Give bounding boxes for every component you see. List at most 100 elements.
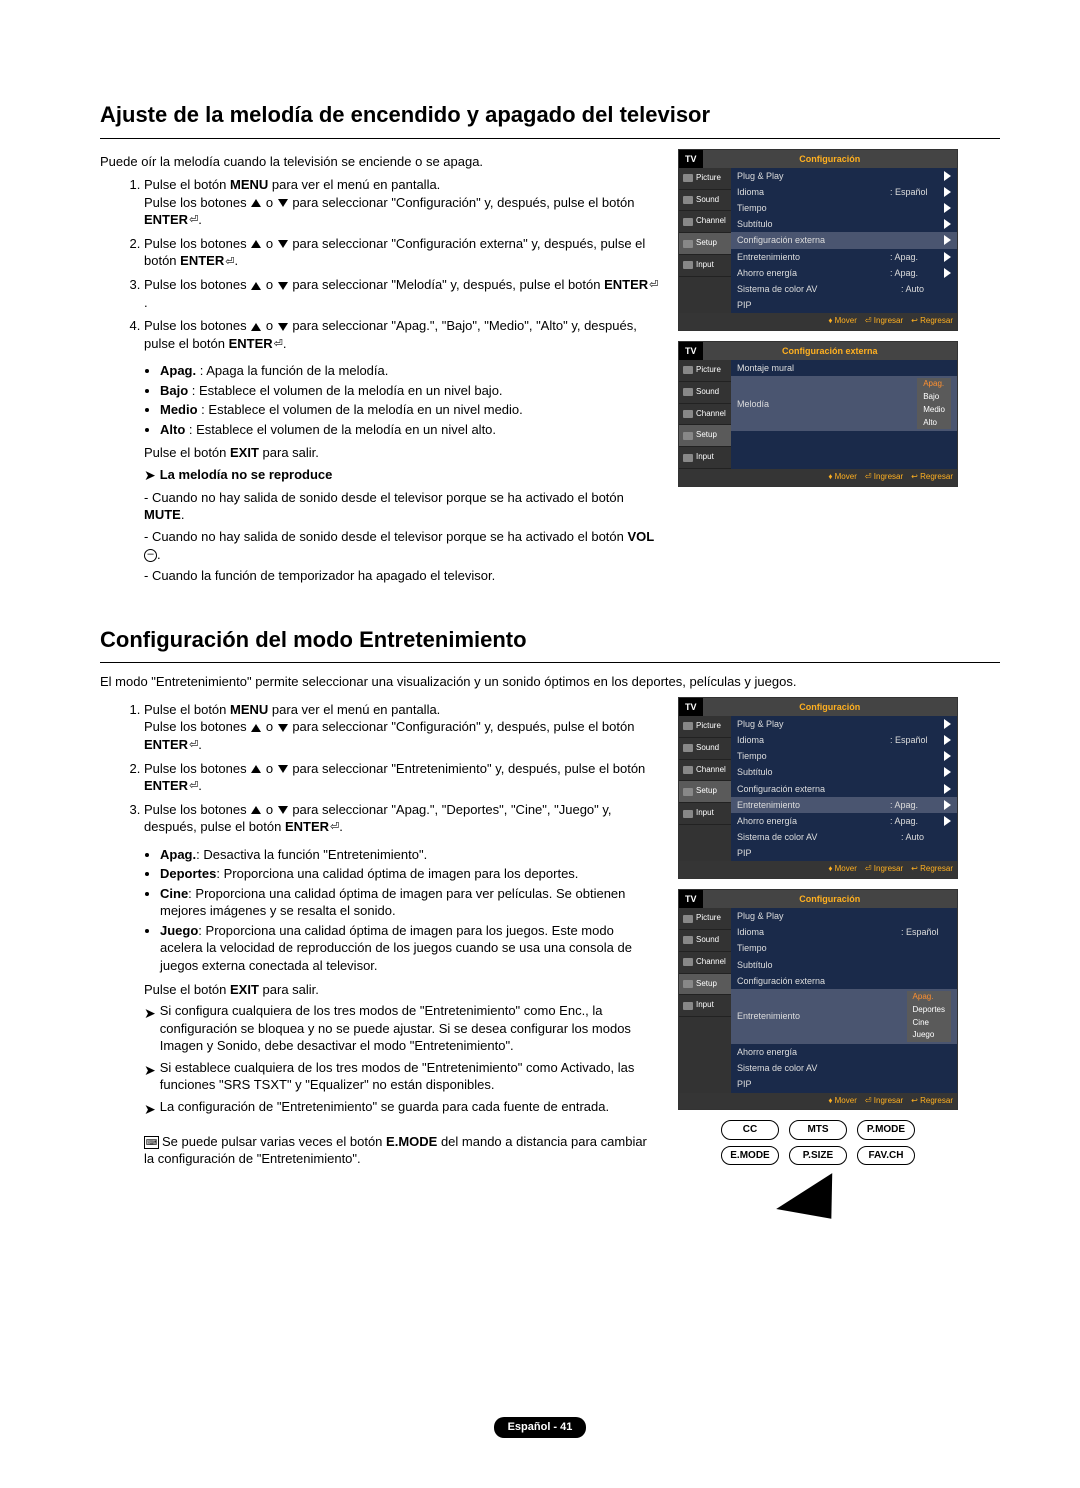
section1-osd: TVConfiguración Picture Sound Channel Se… bbox=[678, 149, 958, 589]
minus-icon: – bbox=[144, 549, 157, 562]
step: Pulse los botones o para seleccionar "Co… bbox=[144, 235, 660, 270]
up-icon bbox=[251, 724, 261, 732]
picture-icon bbox=[683, 722, 693, 730]
section1-steps: Pulse el botón MENU para ver el menú en … bbox=[100, 176, 660, 352]
enter-icon: ⏎ bbox=[189, 738, 198, 753]
enter-icon: ⏎ bbox=[189, 779, 198, 794]
melody-options: Apag. : Apaga la función de la melodía. … bbox=[144, 362, 660, 438]
down-icon bbox=[278, 199, 288, 207]
osd-row-ent: Entretenimiento Apag. Deportes Cine Jueg… bbox=[731, 989, 957, 1044]
right-icon bbox=[944, 203, 951, 213]
sidebar-input: Input bbox=[679, 255, 731, 277]
right-icon bbox=[944, 252, 951, 262]
right-icon bbox=[944, 751, 951, 761]
down-icon bbox=[278, 724, 288, 732]
page-number: Español - 41 bbox=[494, 1417, 587, 1438]
osd-config-ext: TVConfiguración externa Picture Sound Ch… bbox=[678, 341, 958, 487]
channel-icon bbox=[683, 958, 693, 966]
input-icon bbox=[683, 261, 693, 269]
list-item: Deportes: Proporciona una calidad óptima… bbox=[160, 865, 660, 883]
step: Pulse el botón MENU para ver el menú en … bbox=[144, 176, 660, 229]
section2-title: Configuración del modo Entretenimiento bbox=[100, 625, 1000, 655]
input-icon bbox=[683, 1002, 693, 1010]
page-footer: Español - 41 bbox=[0, 1417, 1080, 1438]
up-icon bbox=[251, 199, 261, 207]
option-list: Apag. Bajo Medio Alto bbox=[917, 378, 951, 429]
step: Pulse los botones o para seleccionar "Ap… bbox=[144, 801, 660, 836]
osd-footer: ♦ Mover⏎ Ingresar↩ Regresar bbox=[679, 313, 957, 330]
enter-icon: ⏎ bbox=[274, 337, 283, 352]
osd-row-melodia: Melodía Apag. Bajo Medio Alto bbox=[731, 376, 957, 431]
input-icon bbox=[683, 810, 693, 818]
up-icon bbox=[251, 765, 261, 773]
sidebar-setup: Setup bbox=[679, 233, 731, 255]
option-list: Apag. Deportes Cine Juego bbox=[907, 991, 951, 1042]
down-icon bbox=[278, 323, 288, 331]
down-icon bbox=[278, 765, 288, 773]
section2-steps: Pulse el botón MENU para ver el menú en … bbox=[100, 701, 660, 836]
list-item: Apag. : Apaga la función de la melodía. bbox=[160, 362, 660, 380]
right-icon bbox=[944, 800, 951, 810]
right-icon bbox=[944, 171, 951, 181]
list-item: Apag.: Desactiva la función "Entretenimi… bbox=[160, 846, 660, 864]
setup-icon bbox=[683, 980, 693, 988]
chevron-icon: ➤ bbox=[144, 1004, 156, 1055]
chevron-icon: ➤ bbox=[144, 1061, 156, 1094]
input-icon bbox=[683, 454, 693, 462]
sound-icon bbox=[683, 936, 693, 944]
up-icon bbox=[251, 240, 261, 248]
channel-icon bbox=[683, 218, 693, 226]
list-item: Medio : Establece el volumen de la melod… bbox=[160, 401, 660, 419]
osd-row-selected: Configuración externa bbox=[731, 232, 957, 248]
exit-line: Pulse el botón EXIT para salir. bbox=[144, 444, 660, 462]
remote-buttons: CC MTS P.MODE E.MODE P.SIZE FAV.CH bbox=[678, 1120, 958, 1216]
noplay-title: ➤La melodía no se reproduce bbox=[144, 466, 660, 485]
sidebar-picture: Picture bbox=[679, 168, 731, 190]
down-icon bbox=[278, 240, 288, 248]
osd-config: TVConfiguración Picture Sound Channel Se… bbox=[678, 149, 958, 331]
down-icon bbox=[278, 806, 288, 814]
pointer-icon bbox=[776, 1169, 860, 1219]
remote-favch: FAV.CH bbox=[857, 1146, 915, 1166]
sound-icon bbox=[683, 744, 693, 752]
remote-pmode: P.MODE bbox=[857, 1120, 915, 1140]
section2-text: Pulse el botón MENU para ver el menú en … bbox=[100, 697, 660, 1216]
section2-intro: El modo "Entretenimiento" permite selecc… bbox=[100, 673, 1000, 691]
enter-icon: ⏎ bbox=[225, 255, 234, 270]
setup-icon bbox=[683, 240, 693, 248]
section2-wrap: Pulse el botón MENU para ver el menú en … bbox=[100, 697, 1000, 1216]
section2-osd: TVConfiguración Picture Sound Channel Se… bbox=[678, 697, 958, 1216]
sidebar-sound: Sound bbox=[679, 190, 731, 212]
noplay-1: - Cuando no hay salida de sonido desde e… bbox=[144, 489, 660, 524]
remote-psize: P.SIZE bbox=[789, 1146, 847, 1166]
section1-wrap: Puede oír la melodía cuando la televisió… bbox=[100, 149, 1000, 589]
remote-emode: E.MODE bbox=[721, 1146, 779, 1166]
right-icon bbox=[944, 816, 951, 826]
right-icon bbox=[944, 219, 951, 229]
divider bbox=[100, 138, 1000, 139]
right-icon bbox=[944, 187, 951, 197]
section1-title: Ajuste de la melodía de encendido y apag… bbox=[100, 100, 1000, 130]
right-icon bbox=[944, 784, 951, 794]
step: Pulse los botones o para seleccionar "En… bbox=[144, 760, 660, 795]
list-item: Alto : Establece el volumen de la melodí… bbox=[160, 421, 660, 439]
up-icon bbox=[251, 323, 261, 331]
list-item: Bajo : Establece el volumen de la melodí… bbox=[160, 382, 660, 400]
list-item: Juego: Proporciona una calidad óptima de… bbox=[160, 922, 660, 975]
up-icon bbox=[251, 806, 261, 814]
picture-icon bbox=[683, 915, 693, 923]
right-icon bbox=[944, 268, 951, 278]
enter-icon: ⏎ bbox=[649, 278, 658, 293]
notes: ➤Si configura cualquiera de los tres mod… bbox=[144, 1002, 660, 1119]
osd-config-ent-opts: TVConfiguración Picture Sound Channel Se… bbox=[678, 889, 958, 1110]
right-icon bbox=[944, 719, 951, 729]
remote-note: ⌨Se puede pulsar varias veces el botón E… bbox=[144, 1133, 660, 1168]
chevron-icon: ➤ bbox=[144, 466, 156, 485]
right-icon bbox=[944, 767, 951, 777]
osd-row-selected: Entretenimiento: Apag. bbox=[731, 797, 957, 813]
remote-icon: ⌨ bbox=[144, 1136, 159, 1149]
channel-icon bbox=[683, 410, 693, 418]
enter-icon: ⏎ bbox=[330, 820, 339, 835]
divider bbox=[100, 662, 1000, 663]
channel-icon bbox=[683, 766, 693, 774]
